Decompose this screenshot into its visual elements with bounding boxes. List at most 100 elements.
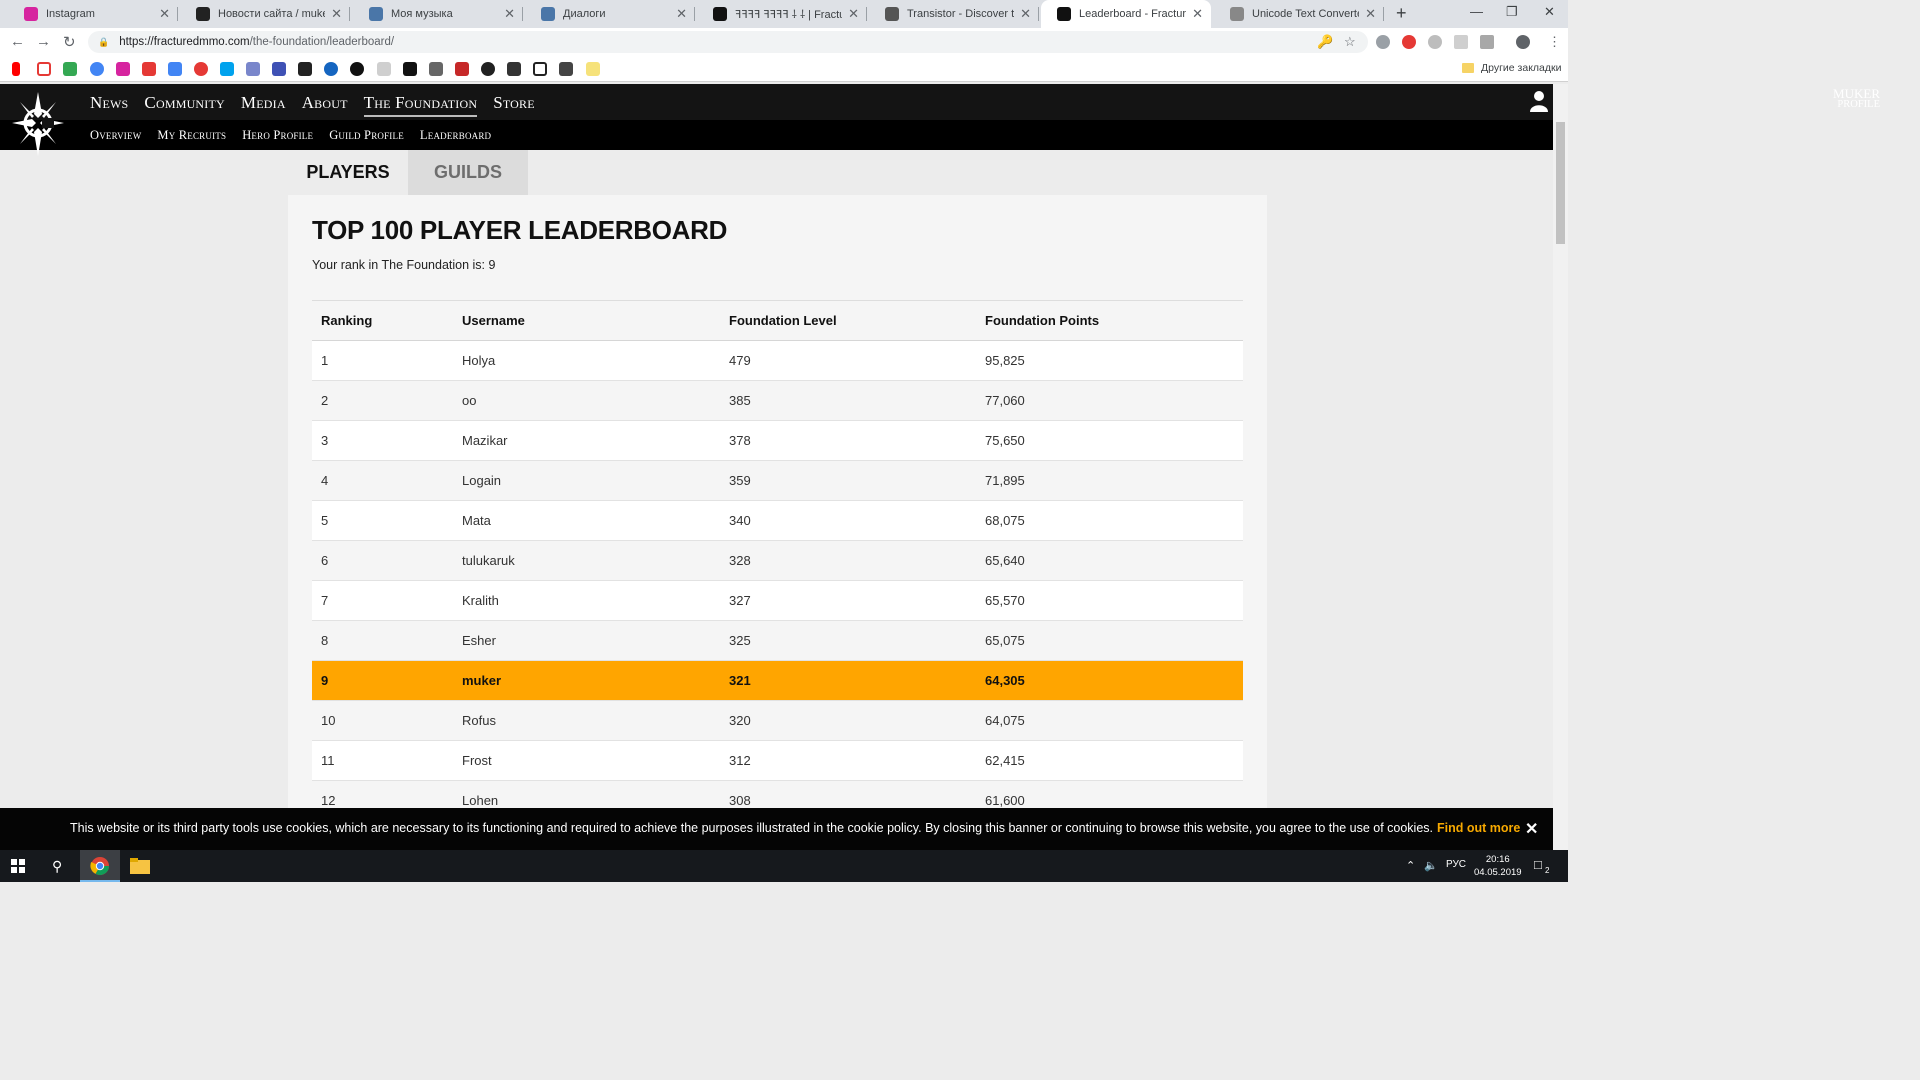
bookmark-icon[interactable]	[298, 62, 312, 76]
close-tab-icon[interactable]: ✕	[504, 6, 515, 22]
github-bookmark-icon[interactable]	[350, 62, 364, 76]
browser-tab[interactable]: Новости сайта / muker / П… ✕	[180, 0, 350, 28]
extension-icon[interactable]	[1480, 35, 1494, 49]
tab-guilds[interactable]: GUILDS	[408, 150, 528, 195]
leaderboard-table: Ranking Username Foundation Level Founda…	[312, 300, 1243, 821]
notification-count: 2	[1545, 866, 1550, 875]
browser-tab[interactable]: Instagram ✕	[8, 0, 178, 28]
bookmark-icon[interactable]	[377, 62, 391, 76]
browser-tab[interactable]: Transistor - Discover the wo ✕	[869, 0, 1039, 28]
nav-item-news[interactable]: News	[90, 93, 128, 117]
page-scrollbar[interactable]	[1553, 84, 1568, 850]
minimize-icon[interactable]: —	[1470, 4, 1483, 19]
nav-item-media[interactable]: Media	[241, 93, 286, 117]
close-tab-icon[interactable]: ✕	[331, 6, 342, 22]
reload-icon[interactable]: ↻	[63, 33, 76, 51]
bookmark-icon[interactable]	[142, 62, 156, 76]
other-bookmarks[interactable]: Другие закладки	[1462, 62, 1561, 74]
translate-bookmark-icon[interactable]	[168, 62, 182, 76]
bookmark-icon[interactable]	[429, 62, 443, 76]
bookmark-icon[interactable]	[272, 62, 286, 76]
tray-chevron-icon[interactable]: ⌃	[1406, 859, 1415, 872]
extension-icon[interactable]	[1454, 35, 1468, 49]
profile-link[interactable]: MUKER PROFILE	[1833, 87, 1880, 110]
subnav-item-leaderboard[interactable]: Leaderboard	[420, 128, 491, 143]
close-tab-icon[interactable]: ✕	[848, 6, 859, 22]
close-tab-icon[interactable]: ✕	[159, 6, 170, 22]
close-tab-icon[interactable]: ✕	[1365, 6, 1376, 22]
close-tab-icon[interactable]: ✕	[676, 6, 687, 22]
favicon-icon	[369, 7, 383, 21]
browser-tab[interactable]: Leaderboard - Fractured - T ✕	[1041, 0, 1211, 28]
language-indicator[interactable]: РУС	[1446, 859, 1466, 870]
forward-icon[interactable]: →	[36, 33, 51, 50]
browser-tab[interactable]: Диалоги ✕	[525, 0, 695, 28]
user-icon[interactable]	[1530, 90, 1548, 112]
bookmark-icon[interactable]	[403, 62, 417, 76]
cell-points: 65,570	[976, 580, 1243, 621]
nav-item-store[interactable]: Store	[493, 93, 535, 117]
subnav-item-my-recruits[interactable]: My Recruits	[157, 128, 226, 143]
bookmark-icon[interactable]	[559, 62, 573, 76]
cell-user: Kralith	[453, 580, 720, 621]
table-row-current-user: 9 muker 321 64,305	[312, 660, 1243, 701]
cell-level: 340	[720, 500, 976, 541]
subnav-item-overview[interactable]: Overview	[90, 128, 141, 143]
address-bar[interactable]: 🔒 https://fracturedmmo.com/the-foundatio…	[88, 31, 1368, 53]
clock[interactable]: 20:16 04.05.2019	[1474, 853, 1522, 879]
s-extension-icon[interactable]	[1428, 35, 1442, 49]
menu-dots-icon[interactable]: ⋮	[1548, 34, 1561, 50]
new-tab-button[interactable]: +	[1396, 3, 1407, 24]
bookmark-icon[interactable]	[324, 62, 338, 76]
scrollbar-thumb[interactable]	[1556, 122, 1565, 244]
cell-points: 95,825	[976, 340, 1243, 381]
tab-players[interactable]: PLAYERS	[288, 150, 408, 195]
bookmark-icon[interactable]	[194, 62, 208, 76]
bookmark-icon[interactable]	[37, 62, 51, 76]
bookmark-icon[interactable]	[455, 62, 469, 76]
nav-item-community[interactable]: Community	[144, 93, 224, 117]
bookmark-icon[interactable]	[220, 62, 234, 76]
account-avatar-icon[interactable]	[1516, 35, 1530, 49]
chrome-taskbar-button[interactable]	[80, 850, 120, 882]
search-icon[interactable]: ⚲	[52, 858, 62, 875]
bookmark-icon[interactable]	[481, 62, 495, 76]
subnav-item-guild-profile[interactable]: Guild Profile	[329, 128, 404, 143]
key-icon[interactable]: 🔑	[1317, 34, 1333, 50]
subnav-item-hero-profile[interactable]: Hero Profile	[242, 128, 313, 143]
find-out-more-link[interactable]: Find out more	[1437, 821, 1520, 835]
bookmark-icon[interactable]	[90, 62, 104, 76]
windows-start-icon[interactable]	[11, 859, 25, 873]
close-window-icon[interactable]: ✕	[1544, 4, 1555, 20]
cell-rank: 9	[312, 660, 453, 701]
fractured-logo-icon[interactable]	[12, 92, 64, 156]
browser-tab-title: Моя музыка	[391, 8, 453, 20]
shield-extension-icon[interactable]	[1376, 35, 1390, 49]
adblock-extension-icon[interactable]	[1402, 35, 1416, 49]
nav-item-the-foundation[interactable]: The Foundation	[363, 93, 478, 117]
cookie-close-icon[interactable]: ✕	[1525, 819, 1538, 839]
browser-tab[interactable]: Моя музыка ✕	[353, 0, 523, 28]
table-header-row: Ranking Username Foundation Level Founda…	[312, 300, 1243, 341]
restore-icon[interactable]: ❐	[1506, 4, 1518, 20]
bookmark-star-icon[interactable]: ☆	[1344, 34, 1356, 50]
browser-tab[interactable]: Unicode Text Converter ✕	[1214, 0, 1384, 28]
close-tab-icon[interactable]: ✕	[1020, 6, 1031, 22]
bookmark-icon[interactable]	[507, 62, 521, 76]
browser-tab[interactable]: ꟻꟻꟻꟻ ꟻꟻꟻꟻ ⸸ ⸸ | Fracture ✕	[697, 0, 867, 28]
tab-separator	[349, 7, 350, 21]
bookmark-icon[interactable]	[246, 62, 260, 76]
notifications-icon[interactable]: □	[1534, 857, 1542, 872]
nav-item-about[interactable]: About	[302, 93, 348, 117]
file-explorer-taskbar-button[interactable]	[120, 850, 160, 882]
instagram-bookmark-icon[interactable]	[116, 62, 130, 76]
bookmark-icon[interactable]	[533, 62, 547, 76]
folder-icon	[1462, 63, 1474, 73]
yandex-bookmark-icon[interactable]	[12, 62, 20, 76]
bookmark-icon[interactable]	[63, 62, 77, 76]
back-icon[interactable]: ←	[10, 33, 25, 50]
volume-icon[interactable]: 🔈	[1424, 859, 1438, 872]
bookmark-icon[interactable]	[586, 62, 600, 76]
close-tab-icon[interactable]: ✕	[1192, 6, 1203, 22]
cell-user: tulukaruk	[453, 540, 720, 581]
